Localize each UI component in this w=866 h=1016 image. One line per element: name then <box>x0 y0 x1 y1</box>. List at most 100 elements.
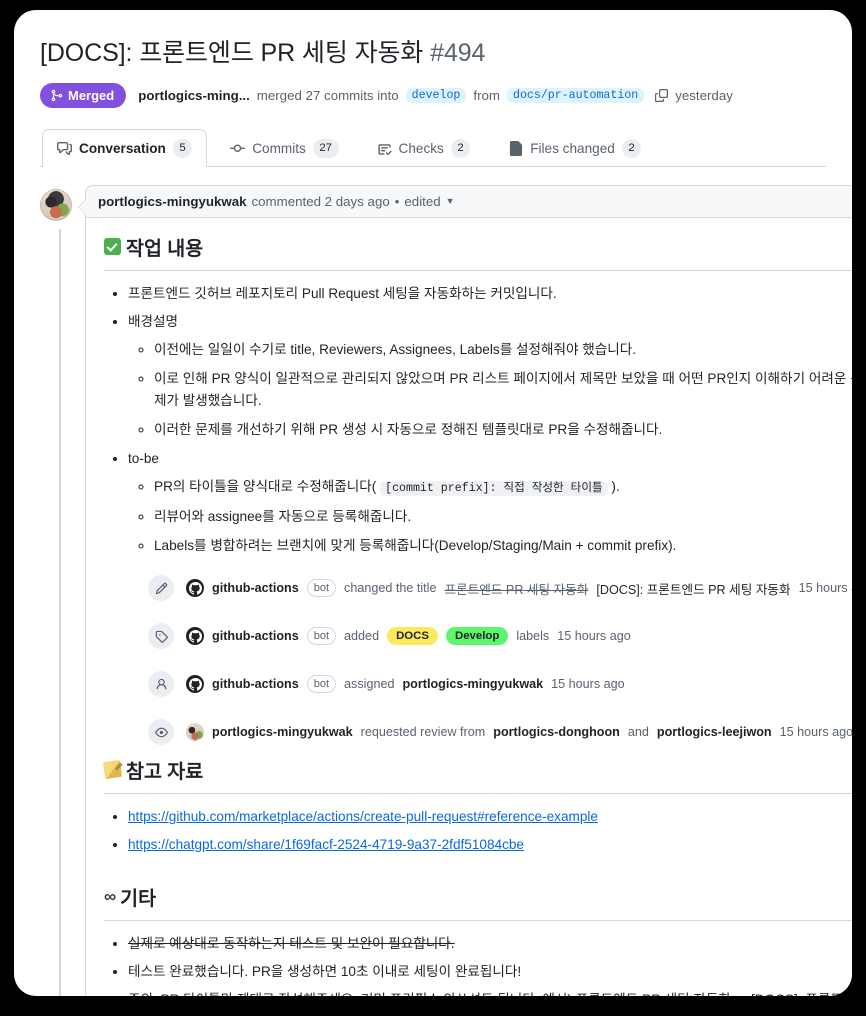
list-item: to-be PR의 타이틀을 양식대로 수정해줍니다( [commit pref… <box>128 448 852 557</box>
comment-edited[interactable]: edited <box>404 194 440 209</box>
event-conjunction: and <box>627 725 649 740</box>
tab-files-changed[interactable]: Files changed 2 <box>493 129 656 167</box>
status-badge-label: Merged <box>68 88 115 104</box>
bot-badge: bot <box>306 627 337 646</box>
tab-count: 5 <box>172 139 193 159</box>
pencil-icon <box>148 575 174 602</box>
work-bullet-list: 프론트엔드 깃허브 레포지토리 Pull Request 세팅을 자동화하는 커… <box>104 283 852 557</box>
tab-label: Conversation <box>79 141 166 157</box>
eye-icon <box>148 719 174 746</box>
bot-badge: bot <box>306 675 337 694</box>
timeline-rail <box>59 229 61 996</box>
comment-body: 작업 내용 프론트엔드 깃허브 레포지토리 Pull Request 세팅을 자… <box>86 218 852 996</box>
etc-bullet-list: 실제로 예상대로 동작하는지 테스트 및 보완이 필요합니다. 테스트 완료했습… <box>104 933 852 996</box>
section-heading-label: 기타 <box>120 888 157 911</box>
bullet-text: 테스트 완료했습니다. PR을 생성하면 10초 이내로 세팅이 완료됩니다! <box>128 964 522 980</box>
reference-link[interactable]: https://github.com/marketplace/actions/c… <box>128 809 598 824</box>
checklist-icon <box>377 141 392 156</box>
bot-avatar <box>186 675 204 694</box>
list-item: https://chatgpt.com/share/1f69facf-2524-… <box>128 834 852 856</box>
bot-avatar <box>186 579 204 598</box>
event-actor[interactable]: portlogics-mingyukwak <box>212 725 353 739</box>
bullet-text: PR의 타이틀을 양식대로 수정해줍니다( <box>154 479 381 495</box>
chevron-down-icon[interactable]: ▼ <box>446 196 455 206</box>
event-time: 15 hours ago <box>557 629 631 644</box>
event-reviewer-2[interactable]: portlogics-leejiwon <box>657 725 772 739</box>
comment-separator: • <box>394 194 400 210</box>
infinity-emoji: ∞ <box>104 886 116 906</box>
event-reviewer-1[interactable]: portlogics-donghoon <box>493 725 620 739</box>
tab-count: 27 <box>312 139 339 159</box>
tab-count: 2 <box>450 139 471 159</box>
list-item: 주의: PR 타이틀만 제대로 작성해주세요. 커밋 프리픽스 안쓰셔도 됩니다… <box>128 989 852 996</box>
list-item: 배경설명 이전에는 일일이 수기로 title, Reviewers, Assi… <box>128 311 852 441</box>
event-actor[interactable]: github-actions <box>212 581 299 595</box>
reference-link[interactable]: https://chatgpt.com/share/1f69facf-2524-… <box>128 837 524 852</box>
event-assignee[interactable]: portlogics-mingyukwak <box>402 677 543 691</box>
event-time: 15 hours ago <box>551 677 625 692</box>
inline-code: [commit prefix]: 직접 작성한 타이틀 <box>380 481 608 497</box>
tab-count: 2 <box>621 139 642 159</box>
status-badge: Merged <box>40 83 127 109</box>
bullet-text: 배경설명 <box>128 314 179 330</box>
bullet-text: to-be <box>128 451 159 467</box>
event-suffix: labels <box>516 629 550 644</box>
user-avatar <box>186 723 204 742</box>
bot-avatar <box>186 627 204 646</box>
bot-badge: bot <box>306 579 337 598</box>
bullet-text: 실제로 예상대로 동작하는지 테스트 및 보완이 필요합니다. <box>128 936 455 952</box>
list-item: PR의 타이틀을 양식대로 수정해줍니다( [commit prefix]: 직… <box>154 476 852 499</box>
bullet-text: 리뷰어와 assignee를 자동으로 등록해줍니다. <box>154 509 412 525</box>
event-labels-added: github-actions bot added DOCS Develop la… <box>148 623 852 650</box>
from-text: from <box>473 88 500 104</box>
tab-label: Checks <box>398 141 444 157</box>
conversation-thread: portlogics-mingyukwak commented 2 days a… <box>40 185 852 996</box>
section-heading-label: 작업 내용 <box>126 238 204 261</box>
label-chip-develop[interactable]: Develop <box>446 627 509 646</box>
event-verb: assigned <box>344 677 395 692</box>
tab-checks[interactable]: Checks 2 <box>362 129 486 167</box>
person-icon <box>148 671 174 698</box>
white-check-mark-emoji <box>104 238 121 256</box>
event-actor[interactable]: github-actions <box>212 629 299 643</box>
tab-conversation[interactable]: Conversation 5 <box>42 129 208 168</box>
background-sub-list: 이전에는 일일이 수기로 title, Reviewers, Assignees… <box>128 339 852 441</box>
bullet-text: 이러한 문제를 개선하기 위해 PR 생성 시 자동으로 정해진 템플릿대로 P… <box>154 422 663 438</box>
section-heading-label: 참고 자료 <box>126 761 204 784</box>
bullet-text: 프론트엔드 깃허브 레포지토리 Pull Request 세팅을 자동화하는 커… <box>128 286 557 302</box>
comment-card: portlogics-mingyukwak commented 2 days a… <box>77 185 852 996</box>
pr-page-frame: [DOCS]: 프론트엔드 PR 세팅 자동화 #494 Merged port… <box>14 10 852 996</box>
refs-link-list: https://github.com/marketplace/actions/c… <box>104 806 852 856</box>
event-review-requested: portlogics-mingyukwak requested review f… <box>148 719 852 746</box>
label-chip-docs[interactable]: DOCS <box>387 627 438 646</box>
event-time: 15 hours ago <box>798 581 852 596</box>
commit-icon <box>230 141 246 156</box>
merged-commits-text: merged 27 commits into <box>256 88 399 104</box>
comment-header: portlogics-mingyukwak commented 2 days a… <box>86 186 852 219</box>
event-title-changed: github-actions bot changed the title 프론트… <box>148 575 852 602</box>
tab-commits[interactable]: Commits 27 <box>215 129 353 167</box>
bullet-text: 이전에는 일일이 수기로 title, Reviewers, Assignees… <box>154 342 637 358</box>
tab-label: Commits <box>252 141 306 157</box>
comment-icon <box>57 141 72 156</box>
head-branch-chip[interactable]: docs/pr-automation <box>506 88 645 104</box>
comment-author[interactable]: portlogics-mingyukwak <box>98 194 247 209</box>
section-heading-refs: 참고 자료 <box>102 755 852 795</box>
pr-number: #494 <box>430 39 486 67</box>
event-actor[interactable]: github-actions <box>212 677 299 691</box>
list-item: 테스트 완료했습니다. PR을 생성하면 10초 이내로 세팅이 완료됩니다! <box>128 961 852 983</box>
avatar[interactable] <box>40 189 72 222</box>
list-item: Labels를 병합하려는 브랜치에 맞게 등록해줍니다(Develop/Sta… <box>154 535 852 557</box>
copy-icon[interactable] <box>655 89 669 103</box>
pr-author[interactable]: portlogics-ming... <box>138 88 250 103</box>
bullet-text: 주의: PR 타이틀만 제대로 작성해주세요. 커밋 프리픽스 안쓰셔도 됩니다… <box>128 992 852 996</box>
list-item: 이전에는 일일이 수기로 title, Reviewers, Assignees… <box>154 339 852 361</box>
file-diff-icon <box>508 141 523 157</box>
pr-meta-row: Merged portlogics-ming... merged 27 comm… <box>40 83 826 109</box>
merged-time: yesterday <box>675 88 733 104</box>
base-branch-chip[interactable]: develop <box>405 88 467 104</box>
tag-icon <box>148 623 174 650</box>
list-item: 프론트엔드 깃허브 레포지토리 Pull Request 세팅을 자동화하는 커… <box>128 283 852 305</box>
tab-label: Files changed <box>530 141 615 157</box>
list-item: 이러한 문제를 개선하기 위해 PR 생성 시 자동으로 정해진 템플릿대로 P… <box>154 419 852 441</box>
